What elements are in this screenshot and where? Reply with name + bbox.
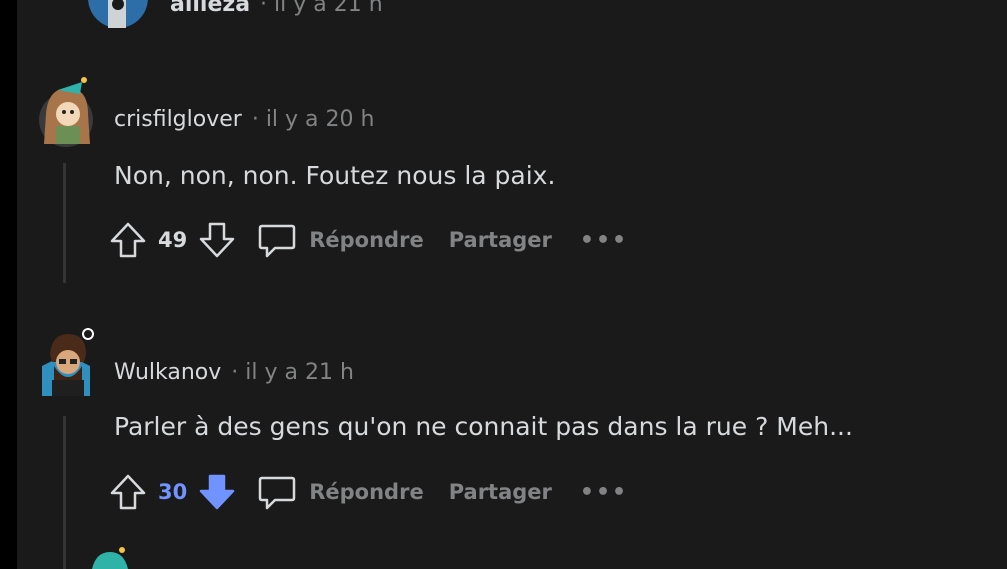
username[interactable]: Wulkanov [114,360,221,385]
more-options-icon[interactable]: ••• [580,228,628,253]
comment-bubble-icon [258,476,296,510]
timestamp: · il y a 20 h [251,107,375,132]
user-avatar[interactable] [38,74,98,150]
upvote-icon[interactable] [108,220,148,260]
comment-header: crisfilglover · il y a 20 h [114,107,374,132]
comment-body: Non, non, non. Foutez nous la paix. [114,161,556,190]
upvote-icon[interactable] [108,472,148,512]
vote-count: 49 [158,228,188,252]
reply-label: Répondre [309,480,424,504]
comment-actions: 30 Répondre Partager ••• [108,470,628,514]
user-avatar-bottom[interactable] [86,546,134,569]
reply-label: Répondre [309,228,424,252]
downvote-icon[interactable] [197,220,237,260]
comment-bubble-icon [258,224,296,258]
thread-line[interactable] [63,416,66,569]
downvote-icon-active[interactable] [197,472,237,512]
reply-button[interactable]: Répondre [257,472,424,512]
more-options-icon[interactable]: ••• [580,480,628,505]
comment-actions: 49 Répondre Partager ••• [108,218,628,262]
username[interactable]: crisfilglover [114,107,242,132]
comment-header: Wulkanov · il y a 21 h [114,360,354,385]
user-avatar-top[interactable] [70,0,150,30]
reply-button[interactable]: Répondre [257,220,424,260]
vote-count: 30 [158,480,188,504]
comment-body: Parler à des gens qu'on ne connait pas d… [114,412,853,441]
comment-header-top: allieza · il y a 21 h [170,0,383,17]
share-button[interactable]: Partager [449,480,552,504]
thread-line[interactable] [63,163,66,283]
share-button[interactable]: Partager [449,228,552,252]
user-avatar[interactable] [38,326,98,402]
username[interactable]: allieza [170,0,250,17]
left-gutter [0,0,17,569]
timestamp: · il y a 21 h [260,0,383,17]
timestamp: · il y a 21 h [231,360,354,385]
